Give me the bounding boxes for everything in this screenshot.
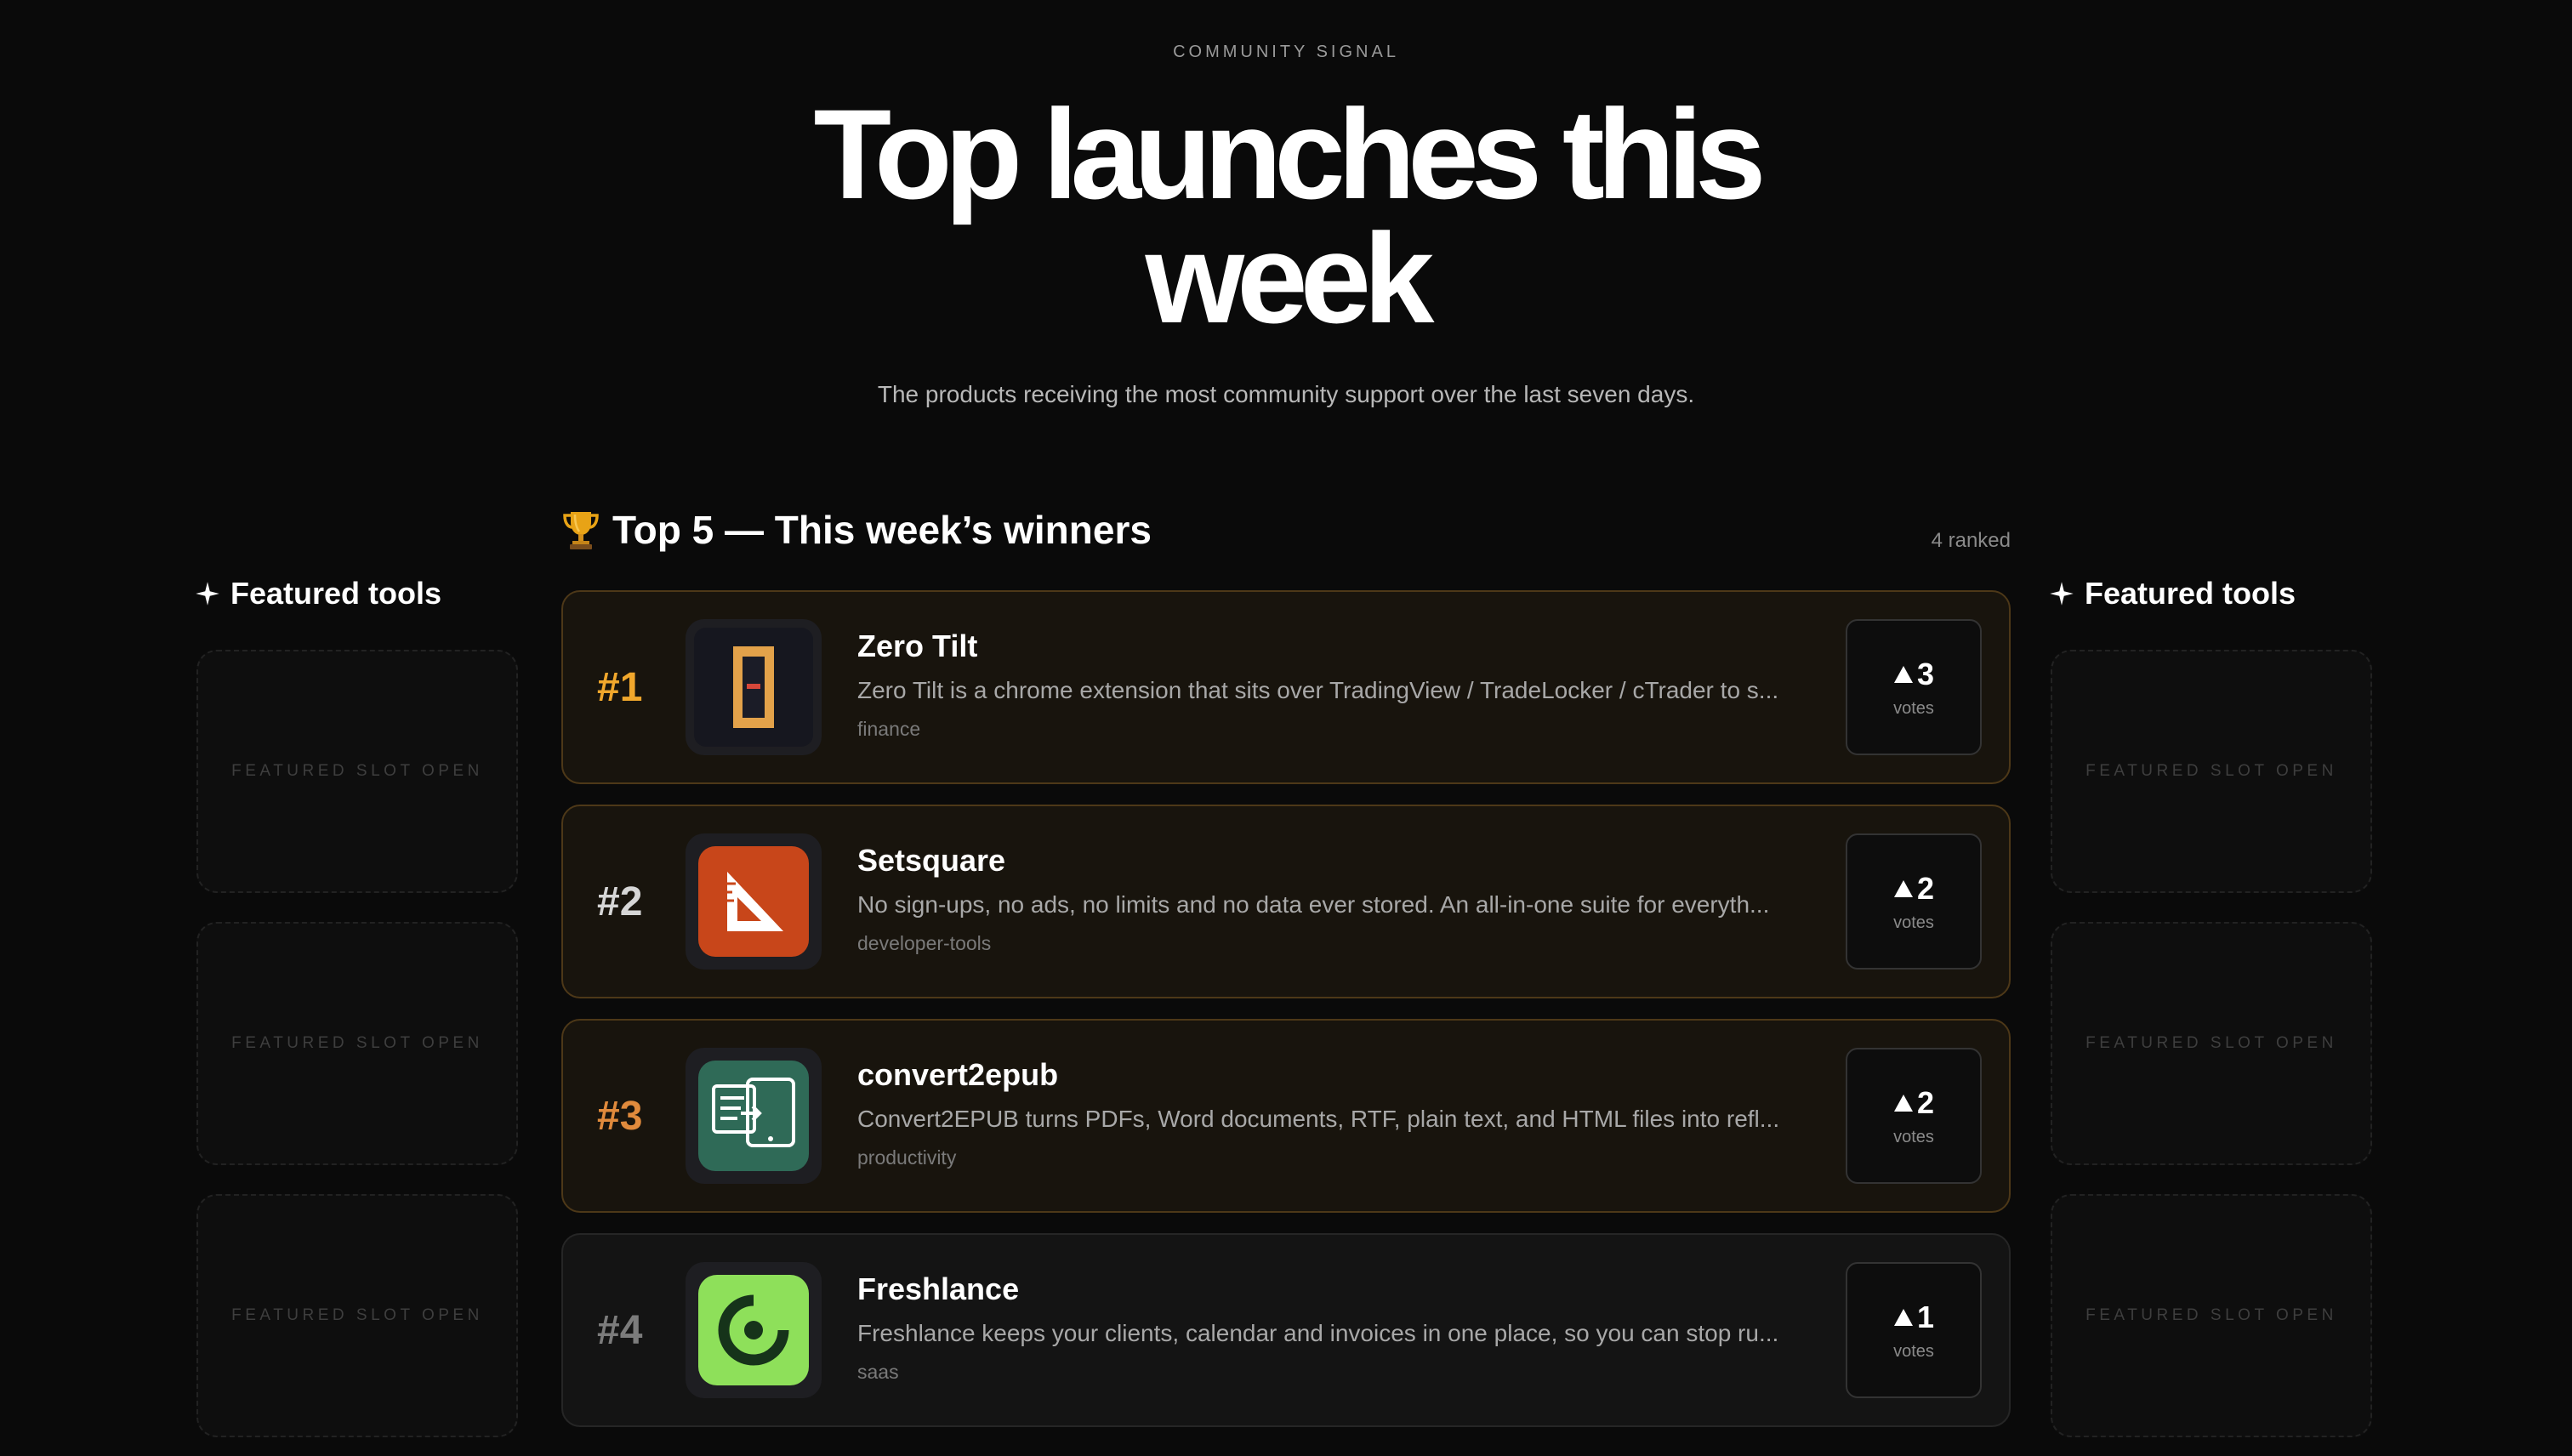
featured-slot[interactable]: FEATURED SLOT OPEN	[2051, 1194, 2372, 1437]
product-info: Freshlance Freshlance keeps your clients…	[857, 1271, 1801, 1385]
setsquare-logo-icon	[698, 846, 809, 957]
featured-slot-label: FEATURED SLOT OPEN	[231, 1306, 483, 1324]
upvote-triangle-icon	[1893, 665, 1913, 683]
product-info: convert2epub Convert2EPUB turns PDFs, Wo…	[857, 1056, 1801, 1170]
page-title-line-1: Top launches this	[813, 82, 1766, 225]
product-logo	[686, 1048, 822, 1184]
vote-label: votes	[1893, 1127, 1934, 1146]
product-logo	[686, 619, 822, 755]
vote-count-value: 2	[1916, 1084, 1935, 1120]
featured-slot[interactable]: FEATURED SLOT OPEN	[196, 1194, 518, 1437]
upvote-button[interactable]: 3 votes	[1846, 619, 1982, 755]
vote-count: 1	[1893, 1300, 1934, 1335]
featured-slot[interactable]: FEATURED SLOT OPEN	[196, 650, 518, 893]
vote-count-value: 2	[1916, 870, 1935, 906]
leaderboard-title-label: Top 5 — This week’s winners	[612, 508, 1152, 552]
ranked-count: 4 ranked	[1931, 529, 2011, 552]
upvote-triangle-icon	[1893, 879, 1913, 897]
rank-number: #4	[597, 1307, 643, 1353]
product-card[interactable]: #1 Zero Tilt Zero Tilt is a chrome exten…	[561, 590, 2011, 784]
rank-number: #1	[597, 664, 643, 710]
vote-count: 2	[1893, 1085, 1934, 1121]
featured-column-right: Featured tools FEATURED SLOT OPEN FEATUR…	[2049, 575, 2376, 1437]
zero-tilt-logo-icon	[694, 628, 813, 747]
product-category-tag[interactable]: saas	[857, 1359, 1801, 1385]
featured-slot-label: FEATURED SLOT OPEN	[231, 1034, 483, 1052]
product-info: Setsquare No sign-ups, no ads, no limits…	[857, 842, 1801, 956]
featured-slot-label: FEATURED SLOT OPEN	[2085, 1034, 2337, 1052]
trophy-icon	[563, 512, 599, 549]
product-card[interactable]: #4 Freshlance Freshlance keeps your clie…	[561, 1233, 2011, 1427]
vote-count: 3	[1893, 657, 1934, 692]
leaderboard-title: Top 5 — This week’s winners	[561, 507, 1152, 553]
product-card[interactable]: #3 convert2epub Convert2EPUB turns PDFs,…	[561, 1019, 2011, 1213]
featured-heading-label: Featured tools	[2085, 576, 2296, 611]
sparkle-star-icon	[2050, 582, 2074, 606]
product-description: No sign-ups, no ads, no limits and no da…	[857, 891, 1770, 918]
rank-number: #3	[597, 1093, 643, 1139]
upvote-triangle-icon	[1893, 1308, 1913, 1326]
product-description: Convert2EPUB turns PDFs, Word documents,…	[857, 1106, 1780, 1132]
product-description: Freshlance keeps your clients, calendar …	[857, 1320, 1779, 1346]
product-info: Zero Tilt Zero Tilt is a chrome extensio…	[857, 628, 1801, 742]
vote-count-value: 3	[1916, 656, 1935, 691]
upvote-triangle-icon	[1893, 1094, 1913, 1112]
convert2epub-logo-icon	[698, 1061, 809, 1171]
product-description: Zero Tilt is a chrome extension that sit…	[857, 677, 1779, 703]
featured-column-left: Featured tools FEATURED SLOT OPEN FEATUR…	[195, 575, 521, 1437]
vote-label: votes	[1893, 1341, 1934, 1361]
product-name[interactable]: Freshlance	[857, 1271, 1801, 1308]
vote-label: votes	[1893, 913, 1934, 932]
page-title-line-2: week	[1145, 207, 1435, 350]
upvote-button[interactable]: 1 votes	[1846, 1262, 1982, 1398]
freshlance-logo-icon	[698, 1275, 809, 1385]
product-name[interactable]: Zero Tilt	[857, 628, 1801, 665]
vote-count: 2	[1893, 871, 1934, 907]
product-logo	[686, 1262, 822, 1398]
product-category-tag[interactable]: finance	[857, 716, 1801, 742]
vote-count-value: 1	[1916, 1299, 1935, 1334]
page-subtitle: The products receiving the most communit…	[877, 381, 1695, 407]
product-category-tag[interactable]: developer-tools	[857, 930, 1801, 956]
featured-slot[interactable]: FEATURED SLOT OPEN	[2051, 922, 2372, 1165]
product-logo	[686, 833, 822, 970]
product-name[interactable]: convert2epub	[857, 1056, 1801, 1094]
page-title: Top launches this week	[0, 82, 2572, 350]
sparkle-star-icon	[196, 582, 219, 606]
leaderboard-header: Top 5 — This week’s winners 4 ranked	[561, 500, 2011, 560]
eyebrow-label: COMMUNITY SIGNAL	[1173, 43, 1399, 61]
product-card[interactable]: #2 Setsquare No sign-ups, no ads, no lim…	[561, 805, 2011, 998]
rank-number: #2	[597, 879, 643, 924]
featured-heading: Featured tools	[2049, 575, 2376, 612]
featured-slot[interactable]: FEATURED SLOT OPEN	[2051, 650, 2372, 893]
vote-label: votes	[1893, 698, 1934, 718]
featured-heading: Featured tools	[195, 575, 521, 612]
featured-heading-label: Featured tools	[230, 576, 442, 611]
upvote-button[interactable]: 2 votes	[1846, 833, 1982, 970]
featured-slot-label: FEATURED SLOT OPEN	[2085, 1306, 2337, 1324]
product-name[interactable]: Setsquare	[857, 842, 1801, 879]
product-category-tag[interactable]: productivity	[857, 1145, 1801, 1170]
featured-slot[interactable]: FEATURED SLOT OPEN	[196, 922, 518, 1165]
upvote-button[interactable]: 2 votes	[1846, 1048, 1982, 1184]
featured-slot-label: FEATURED SLOT OPEN	[231, 762, 483, 780]
featured-slot-label: FEATURED SLOT OPEN	[2085, 762, 2337, 780]
